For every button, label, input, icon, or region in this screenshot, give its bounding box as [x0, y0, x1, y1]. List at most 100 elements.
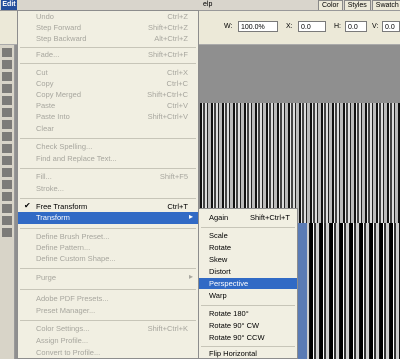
menu-item-label: Transform — [36, 213, 70, 222]
menu-item-shortcut: Ctrl+V — [166, 101, 188, 110]
menu-item-label: Clear — [36, 124, 54, 133]
menu-item-clear[interactable]: Clear — [18, 123, 198, 135]
menu-item-define-shape[interactable]: Define Custom Shape... — [18, 253, 198, 265]
menu-item-color-settings[interactable]: Color Settings... Shift+Ctrl+K — [18, 323, 198, 335]
toolbox — [0, 45, 15, 359]
menu-item-label: Adobe PDF Presets... — [36, 294, 109, 303]
menu-separator — [20, 63, 196, 64]
x-field[interactable]: 0.0 — [298, 21, 326, 32]
zoom-tool-icon[interactable] — [2, 228, 12, 237]
menu-item-pdf-presets[interactable]: Adobe PDF Presets... — [18, 293, 198, 305]
x-label: X: — [286, 23, 293, 30]
menu-help[interactable]: elp — [203, 0, 212, 10]
submenu-item-rotate-90-ccw[interactable]: Rotate 90° CCW — [199, 332, 297, 343]
menu-separator — [20, 168, 196, 169]
brush-tool-icon[interactable] — [2, 84, 12, 93]
menu-item-label: Define Custom Shape... — [36, 254, 116, 263]
h-label: H: — [334, 23, 341, 30]
palette-tabs: Color Styles Swatch — [318, 0, 400, 10]
submenu-item-rotate[interactable]: Rotate — [199, 242, 297, 253]
hand-tool-icon[interactable] — [2, 216, 12, 225]
menu-item-shortcut: Shift+Ctrl+K — [147, 324, 188, 333]
pen-tool-icon[interactable] — [2, 144, 12, 153]
menu-item-paste-into[interactable]: Paste Into Shift+Ctrl+V — [18, 111, 198, 123]
menu-item-fill[interactable]: Fill... Shift+F5 — [18, 171, 198, 183]
menu-item-label: Color Settings... — [36, 324, 90, 333]
menu-item-label: Assign Profile... — [36, 336, 89, 345]
menu-item-convert-profile[interactable]: Convert to Profile... — [18, 347, 198, 359]
menu-item-label: Define Brush Preset... — [36, 232, 110, 241]
tab-color[interactable]: Color — [318, 0, 343, 10]
menu-item-fade[interactable]: Fade... Shift+Ctrl+F — [18, 49, 198, 61]
menu-item-shortcut: Alt+Ctrl+Z — [154, 34, 188, 43]
eyedropper-tool-icon[interactable] — [2, 204, 12, 213]
menu-item-shortcut: Shift+Ctrl+F — [147, 50, 188, 59]
tab-styles[interactable]: Styles — [343, 0, 371, 10]
menu-item-label: Purge — [36, 273, 57, 282]
h-field[interactable]: 0.0 — [345, 21, 367, 32]
menu-item-label: Cut — [36, 68, 48, 77]
menu-item-step-backward[interactable]: Step Backward Alt+Ctrl+Z — [18, 33, 198, 45]
submenu-item-scale[interactable]: Scale — [199, 230, 297, 241]
menu-item-shortcut: Shift+Ctrl+Z — [147, 23, 188, 32]
menu-item-label: Distort — [209, 267, 231, 276]
menu-item-label: Perspective — [209, 279, 249, 288]
menu-item-label: Rotate 90° CW — [209, 321, 260, 330]
move-tool-icon[interactable] — [2, 48, 12, 57]
menu-separator — [20, 138, 196, 139]
submenu-item-flip-horizontal[interactable]: Flip Horizontal — [199, 348, 297, 359]
menu-edit[interactable]: Edit — [1, 0, 17, 10]
menu-item-label: Rotate 180° — [209, 309, 249, 318]
menu-separator — [20, 198, 196, 199]
menu-item-transform[interactable]: Transform ▸ — [18, 212, 198, 224]
menu-item-assign-profile[interactable]: Assign Profile... — [18, 335, 198, 347]
menu-separator — [20, 289, 196, 290]
menu-item-label: Skew — [209, 255, 228, 264]
menu-item-label: Step Forward — [36, 23, 82, 32]
lasso-tool-icon[interactable] — [2, 60, 12, 69]
menu-item-label: Copy Merged — [36, 90, 82, 99]
menu-item-preset-manager[interactable]: Preset Manager... — [18, 305, 198, 317]
menu-separator — [20, 268, 196, 269]
submenu-item-rotate-180[interactable]: Rotate 180° — [199, 308, 297, 319]
menu-item-label: Fade... — [36, 50, 60, 59]
tab-swatches[interactable]: Swatch — [371, 0, 400, 10]
shape-tool-icon[interactable] — [2, 180, 12, 189]
stamp-tool-icon[interactable] — [2, 96, 12, 105]
menu-item-stroke[interactable]: Stroke... — [18, 183, 198, 195]
v-field[interactable]: 0.0 — [382, 21, 400, 32]
w-field[interactable]: 100.0% — [238, 21, 278, 32]
chevron-right-icon: ▸ — [188, 272, 193, 281]
eraser-tool-icon[interactable] — [2, 108, 12, 117]
menu-item-label: Find and Replace Text... — [36, 154, 117, 163]
submenu-item-rotate-90-cw[interactable]: Rotate 90° CW — [199, 320, 297, 331]
menu-item-find-replace[interactable]: Find and Replace Text... — [18, 153, 198, 165]
notes-tool-icon[interactable] — [2, 192, 12, 201]
menu-separator — [201, 346, 295, 347]
submenu-item-perspective[interactable]: Perspective — [199, 278, 297, 289]
menu-item-label: Rotate 90° CCW — [209, 333, 265, 342]
type-tool-icon[interactable] — [2, 156, 12, 165]
dodge-tool-icon[interactable] — [2, 132, 12, 141]
v-label: V: — [372, 23, 379, 30]
submenu-item-distort[interactable]: Distort — [199, 266, 297, 277]
path-tool-icon[interactable] — [2, 168, 12, 177]
menu-item-shortcut: Ctrl+X — [166, 68, 188, 77]
menu-item-shortcut: Ctrl+Z — [167, 12, 188, 21]
submenu-item-again[interactable]: Again Shift+Ctrl+T — [199, 212, 297, 223]
menu-item-label: Copy — [36, 79, 54, 88]
menu-item-label: Paste — [36, 101, 56, 110]
submenu-item-skew[interactable]: Skew — [199, 254, 297, 265]
menu-item-check-spelling[interactable]: Check Spelling... — [18, 141, 198, 153]
crop-tool-icon[interactable] — [2, 72, 12, 81]
menu-item-label: Define Pattern... — [36, 243, 91, 252]
menu-item-label: Undo — [36, 12, 54, 21]
gradient-tool-icon[interactable] — [2, 120, 12, 129]
menu-item-purge[interactable]: Purge ▸ — [18, 272, 198, 284]
menu-item-label: Step Backward — [36, 34, 87, 43]
submenu-item-warp[interactable]: Warp — [199, 290, 297, 301]
menu-separator — [20, 47, 196, 48]
menu-item-label: Convert to Profile... — [36, 348, 101, 357]
image-gap — [297, 223, 307, 359]
edit-menu: Undo Ctrl+Z Step Forward Shift+Ctrl+Z St… — [17, 10, 199, 359]
